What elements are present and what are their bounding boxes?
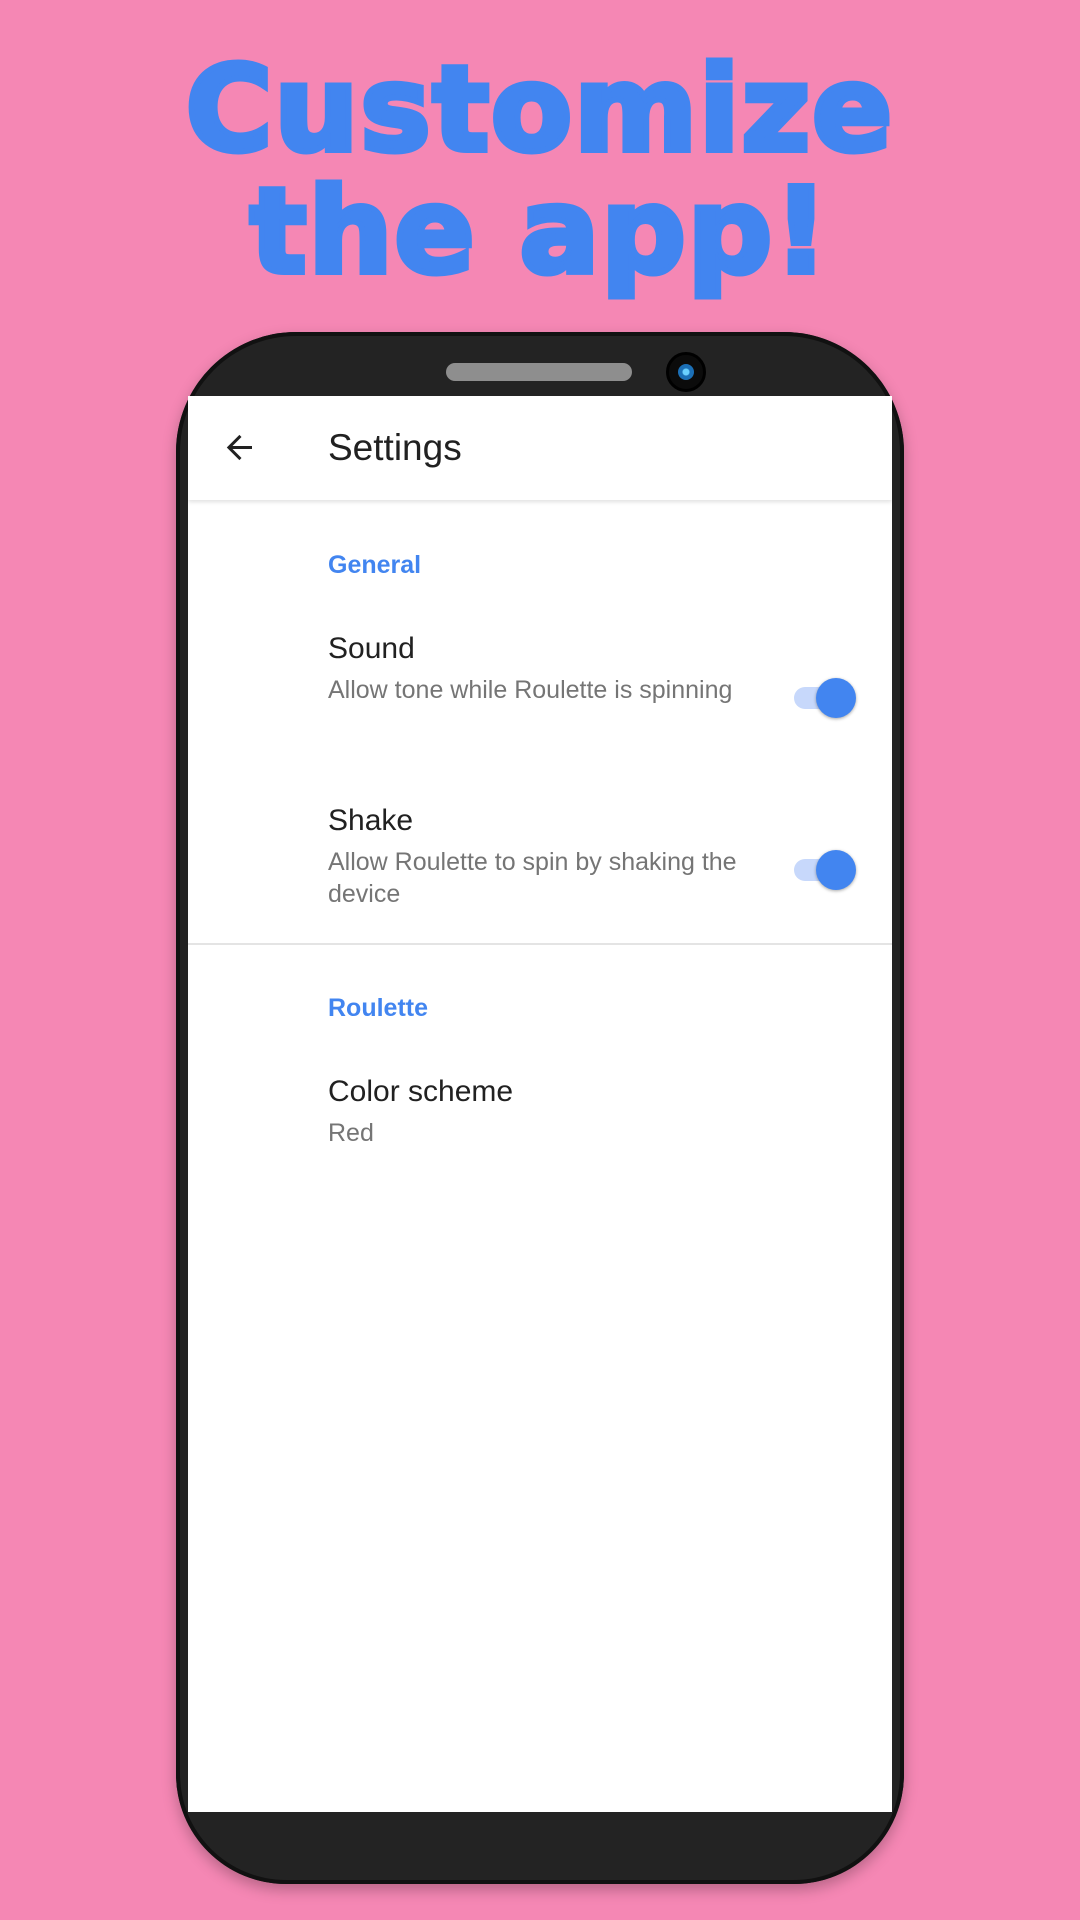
sound-toggle-thumb xyxy=(816,678,856,718)
pref-shake-summary: Allow Roulette to spin by shaking the de… xyxy=(328,848,737,908)
arrow-back-icon xyxy=(226,434,252,461)
promo-headline-line2: the app! xyxy=(247,162,831,300)
app-bar: Settings xyxy=(188,396,892,500)
section-divider xyxy=(188,943,892,945)
pref-sound-summary: Allow tone while Roulette is spinning xyxy=(328,676,733,704)
page-title: Settings xyxy=(328,427,462,468)
pref-sound-title: Sound xyxy=(328,632,415,665)
promo-headline-line1: Customize xyxy=(183,40,895,178)
pref-shake-title: Shake xyxy=(328,804,414,837)
shake-toggle-thumb xyxy=(816,850,856,890)
pref-color-scheme-title: Color scheme xyxy=(328,1075,514,1108)
front-camera-icon xyxy=(666,352,706,392)
section-header-roulette: Roulette xyxy=(328,994,428,1022)
pref-color-scheme-value: Red xyxy=(328,1119,374,1147)
section-header-general: General xyxy=(328,551,422,579)
phone-frame: Settings General Sound Allow tone while … xyxy=(176,332,904,1884)
settings-screen: Settings General Sound Allow tone while … xyxy=(188,396,892,1812)
sound-toggle[interactable] xyxy=(792,676,856,718)
speaker-grille xyxy=(446,363,632,381)
shake-toggle[interactable] xyxy=(792,848,856,890)
back-button[interactable] xyxy=(216,424,264,472)
